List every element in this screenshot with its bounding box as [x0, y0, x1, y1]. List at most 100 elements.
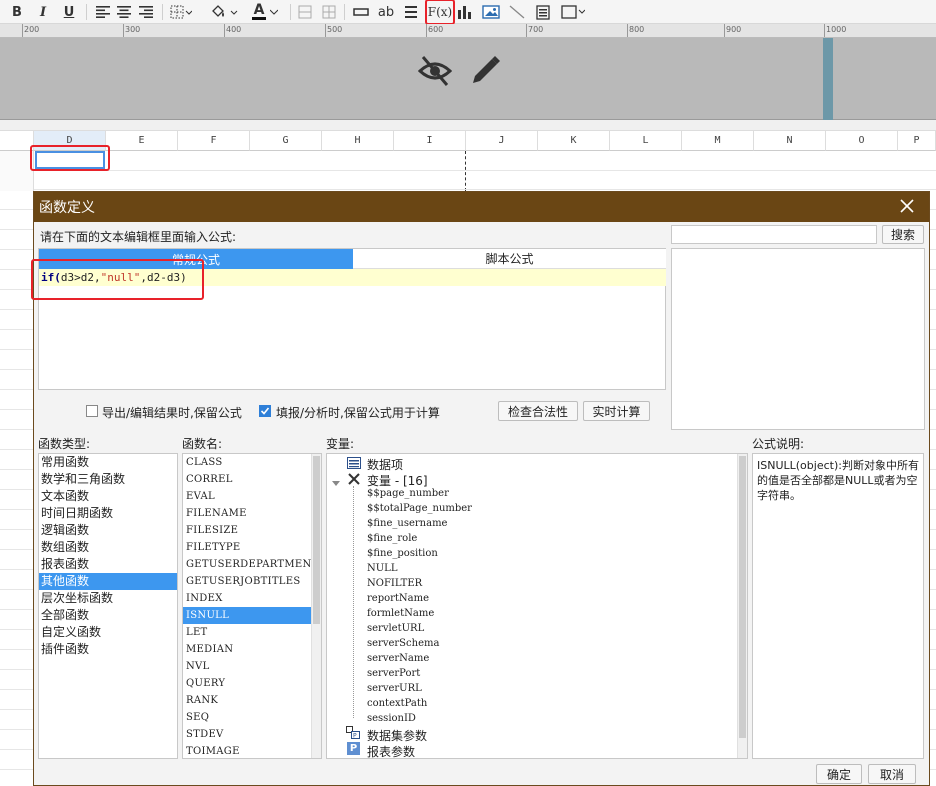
variable-item[interactable]: contextPath [367, 698, 427, 709]
func-name-item[interactable]: QUERY [183, 675, 311, 692]
image-icon[interactable] [481, 2, 501, 22]
column-header[interactable]: I [394, 131, 466, 151]
func-name-item[interactable]: TOIMAGE [183, 743, 311, 758]
func-type-item[interactable]: 文本函数 [39, 488, 177, 505]
variable-item[interactable]: NOFILTER [367, 578, 422, 589]
column-header[interactable]: G [250, 131, 322, 151]
bold-button[interactable]: B [8, 2, 26, 22]
border-icon[interactable] [168, 2, 194, 22]
func-name-item[interactable]: CLASS [183, 454, 311, 471]
align-right-icon[interactable] [137, 2, 155, 22]
variable-item[interactable]: NULL [367, 563, 397, 574]
func-type-item[interactable]: 时间日期函数 [39, 505, 177, 522]
keep-on-export-checkbox[interactable] [86, 405, 98, 417]
variable-item[interactable]: $fine_position [367, 548, 438, 559]
func-name-item[interactable]: CORREL [183, 471, 311, 488]
font-color-icon[interactable]: A [248, 2, 282, 22]
variable-group-node[interactable]: 变量 - [16] [367, 472, 428, 489]
sub-report-icon[interactable] [534, 2, 552, 22]
func-name-list[interactable]: CLASS CORREL EVAL FILENAME FILESIZE FILE… [182, 453, 322, 759]
variable-item[interactable]: reportName [367, 593, 429, 604]
func-type-item[interactable]: 报表函数 [39, 556, 177, 573]
close-icon[interactable] [899, 198, 915, 218]
func-type-item[interactable]: 数组函数 [39, 539, 177, 556]
variable-item[interactable]: serverSchema [367, 638, 439, 649]
func-name-item[interactable]: EVAL [183, 488, 311, 505]
variable-item[interactable]: serverName [367, 653, 429, 664]
variable-item[interactable]: sessionID [367, 713, 416, 724]
cancel-button[interactable]: 取消 [868, 764, 916, 784]
column-header[interactable]: H [322, 131, 394, 151]
variable-item[interactable]: serverPort [367, 668, 420, 679]
column-header[interactable]: P [898, 131, 936, 151]
realtime-calc-button[interactable]: 实时计算 [583, 401, 650, 421]
split-cells-icon[interactable] [320, 2, 338, 22]
func-name-item[interactable]: NVL [183, 658, 311, 675]
data-items-node[interactable]: 数据项 [367, 456, 403, 473]
func-type-item[interactable]: 层次坐标函数 [39, 590, 177, 607]
func-name-item[interactable]: GETUSERJOBTITLES [183, 573, 311, 590]
variable-item[interactable]: $fine_role [367, 533, 417, 544]
column-header[interactable]: M [682, 131, 754, 151]
chart-icon[interactable] [456, 2, 474, 22]
column-header[interactable]: O [826, 131, 898, 151]
column-header[interactable]: K [538, 131, 610, 151]
variable-item[interactable]: $$totalPage_number [367, 503, 472, 514]
func-name-item[interactable]: LET [183, 624, 311, 641]
variable-item[interactable]: formletName [367, 608, 434, 619]
search-button[interactable]: 搜索 [882, 225, 924, 244]
column-header[interactable]: L [610, 131, 682, 151]
variable-item[interactable]: $fine_username [367, 518, 447, 529]
report-params-node[interactable]: 报表参数 [367, 743, 415, 760]
variable-item[interactable]: serverURL [367, 683, 422, 694]
func-type-item[interactable]: 逻辑函数 [39, 522, 177, 539]
func-name-item[interactable]: GETUSERDEPARTMENTS [183, 556, 321, 573]
chevron-down-icon[interactable] [332, 476, 340, 490]
func-name-item[interactable]: FILESIZE [183, 522, 311, 539]
ruler-label: 300 [125, 25, 141, 34]
func-name-item[interactable]: FILETYPE [183, 539, 311, 556]
keep-on-fill-checkbox[interactable] [259, 405, 271, 417]
text-style-button[interactable]: ab [376, 2, 396, 22]
func-name-item[interactable]: STDEV [183, 726, 311, 743]
edit-pencil-icon[interactable] [468, 54, 502, 91]
italic-button[interactable]: I [34, 2, 52, 22]
rich-text-icon[interactable] [403, 2, 419, 22]
func-type-item-selected[interactable]: 其他函数 [39, 573, 177, 590]
text-field-icon[interactable] [351, 2, 371, 22]
func-name-item[interactable]: MEDIAN [183, 641, 311, 658]
column-header[interactable]: F [178, 131, 250, 151]
search-input[interactable] [671, 225, 877, 244]
ok-button[interactable]: 确定 [816, 764, 862, 784]
func-type-item[interactable]: 常用函数 [39, 454, 177, 471]
func-type-item[interactable]: 自定义函数 [39, 624, 177, 641]
func-name-item-selected[interactable]: ISNULL [183, 607, 311, 624]
variable-item[interactable]: $$page_number [367, 488, 449, 499]
variables-tree[interactable]: 数据项 变量 - [16] $$page_number $$totalPage_… [326, 453, 748, 759]
func-name-scrollbar[interactable] [311, 454, 321, 758]
dataset-params-node[interactable]: 数据集参数 [367, 727, 427, 744]
merge-cells-icon[interactable] [296, 2, 314, 22]
func-name-item[interactable]: FILENAME [183, 505, 311, 522]
func-name-item[interactable]: INDEX [183, 590, 311, 607]
column-header[interactable]: J [466, 131, 538, 151]
underline-button[interactable]: U [60, 2, 78, 22]
func-type-list[interactable]: 常用函数 数学和三角函数 文本函数 时间日期函数 逻辑函数 数组函数 报表函数 … [38, 453, 178, 759]
frame-icon[interactable] [560, 2, 586, 22]
check-validity-button[interactable]: 检查合法性 [498, 401, 578, 421]
variables-scrollbar[interactable] [737, 454, 747, 758]
align-center-icon[interactable] [115, 2, 133, 22]
column-header[interactable]: E [106, 131, 178, 151]
func-type-item[interactable]: 插件函数 [39, 641, 177, 658]
slash-line-icon[interactable] [507, 2, 527, 22]
func-type-item[interactable]: 全部函数 [39, 607, 177, 624]
align-left-icon[interactable] [94, 2, 112, 22]
func-name-item[interactable]: SEQ [183, 709, 311, 726]
fill-color-icon[interactable] [208, 2, 240, 22]
column-header[interactable]: N [754, 131, 826, 151]
func-name-item[interactable]: RANK [183, 692, 311, 709]
func-type-item[interactable]: 数学和三角函数 [39, 471, 177, 488]
tab-script-formula[interactable]: 脚本公式 [353, 249, 666, 269]
variable-item[interactable]: servletURL [367, 623, 424, 634]
hide-eye-icon[interactable] [417, 54, 453, 91]
